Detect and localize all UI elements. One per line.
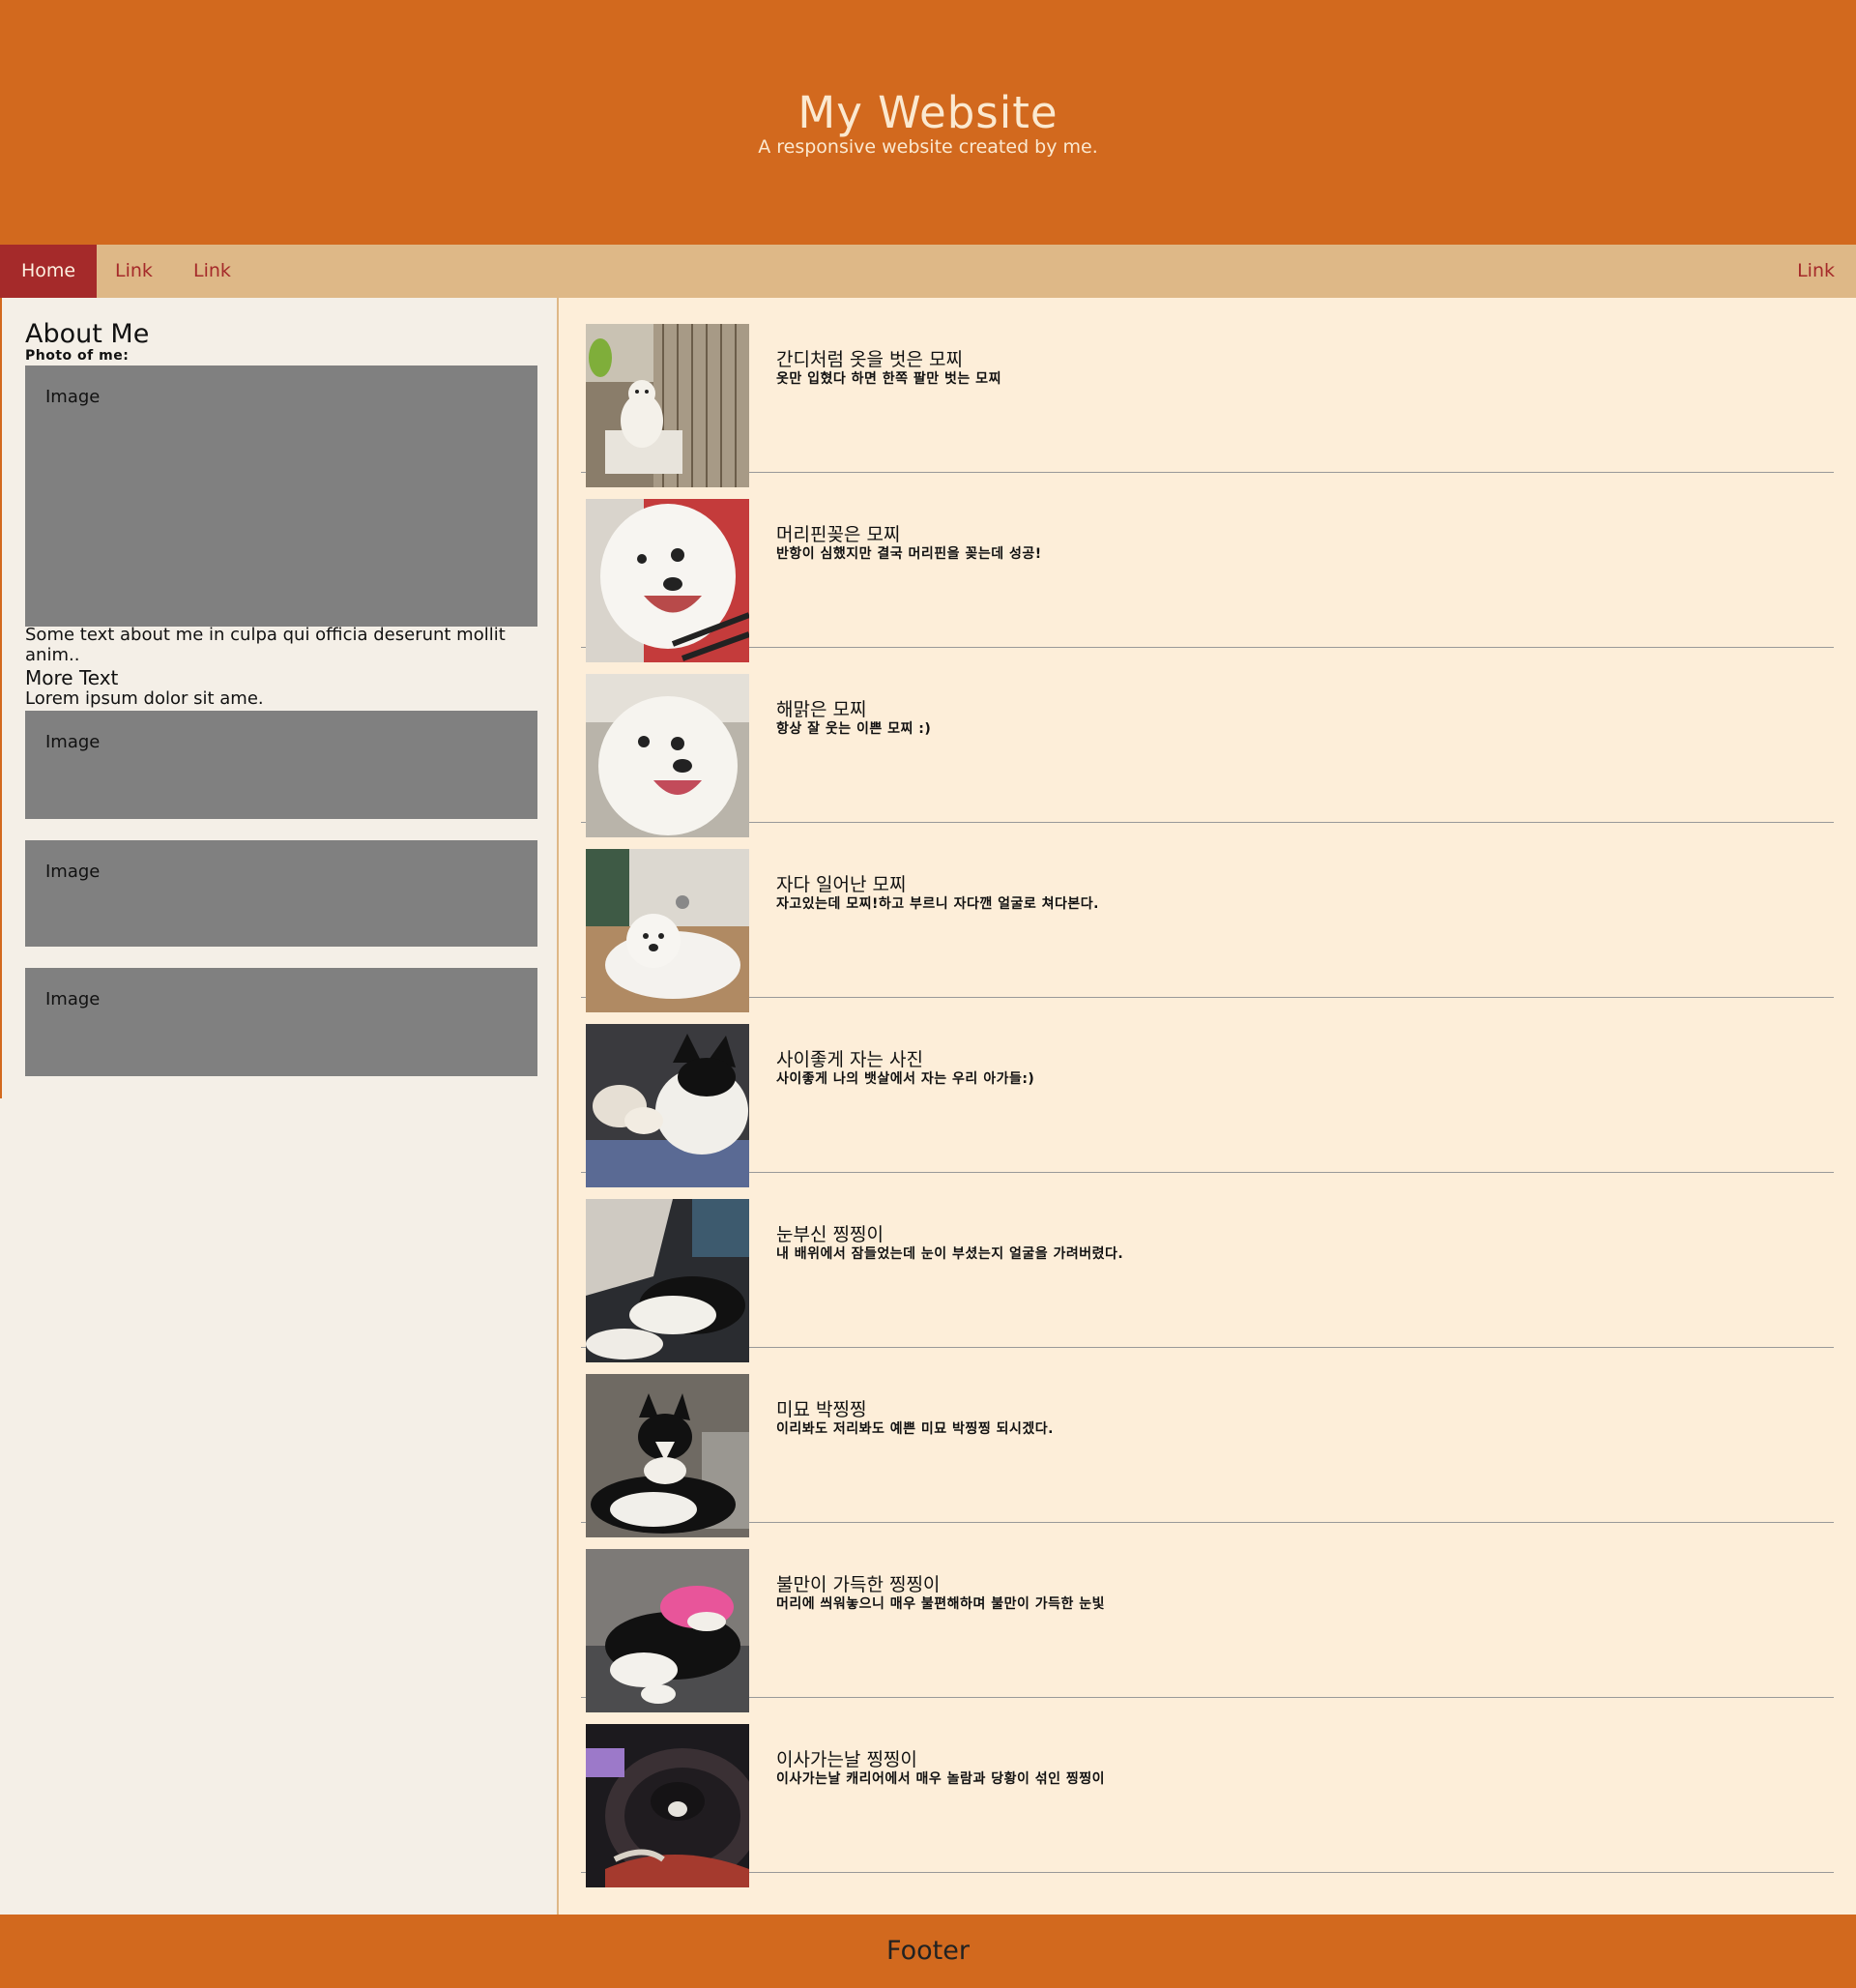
image-placeholder: Image [25, 840, 537, 947]
post-photo [586, 324, 749, 487]
post-caption: 자고있는데 모찌!하고 부르니 자다깬 얼굴로 쳐다본다. [776, 896, 1099, 912]
more-text: Lorem ipsum dolor sit ame. [25, 688, 264, 709]
nav-link-2[interactable]: Link [172, 245, 252, 298]
image-placeholder-label: Image [45, 862, 101, 882]
post-photo [586, 499, 749, 662]
sidebar: About Me Photo of me: Image Some text ab… [0, 298, 558, 1098]
post-title: 미묘 박찡찡 [776, 1399, 867, 1420]
photo-label: Photo of me: [25, 348, 130, 364]
post-caption: 내 배위에서 잠들었는데 눈이 부셨는지 얼굴을 가려버렸다. [776, 1246, 1124, 1262]
post-title: 해맑은 모찌 [776, 699, 867, 720]
post-title: 간디처럼 옷을 벗은 모찌 [776, 349, 963, 370]
profile-image-placeholder: Image [25, 365, 537, 627]
post-photo [586, 1724, 749, 1887]
post-card: 해맑은 모찌 항상 잘 웃는 이쁜 모찌 :) [581, 648, 1834, 837]
navbar: Home Link Link Link [0, 245, 1856, 298]
about-heading: About Me [25, 319, 150, 349]
image-placeholder-label: Image [45, 989, 101, 1009]
site-subtitle: A responsive website created by me. [758, 136, 1098, 158]
post-title: 사이좋게 자는 사진 [776, 1049, 923, 1070]
post-card: 머리핀꽂은 모찌 반항이 심했지만 결국 머리핀을 꽂는데 성공! [581, 473, 1834, 662]
image-placeholder-label: Image [45, 387, 101, 407]
image-placeholder: Image [25, 968, 537, 1076]
image-placeholder-label: Image [45, 732, 101, 752]
post-title: 자다 일어난 모찌 [776, 874, 907, 895]
nav-home-link[interactable]: Home [0, 245, 98, 298]
post-caption: 옷만 입혔다 하면 한쪽 팔만 벗는 모찌 [776, 371, 1001, 387]
post-card: 미묘 박찡찡 이리봐도 저리봐도 예쁜 미묘 박찡찡 되시겠다. [581, 1348, 1834, 1537]
site-title: My Website [798, 87, 1058, 138]
post-caption: 머리에 씌워놓으니 매우 불편해하며 불만이 가득한 눈빛 [776, 1596, 1105, 1612]
nav-link-1[interactable]: Link [94, 245, 174, 298]
post-card: 사이좋게 자는 사진 사이좋게 나의 뱃살에서 자는 우리 아가들:) [581, 998, 1834, 1187]
post-caption: 사이좋게 나의 뱃살에서 자는 우리 아가들:) [776, 1071, 1035, 1087]
post-title: 불만이 가득한 찡찡이 [776, 1574, 941, 1595]
about-text: Some text about me in culpa qui officia … [25, 625, 506, 665]
post-photo [586, 849, 749, 1012]
footer-text: Footer [886, 1936, 970, 1966]
main-content: 간디처럼 옷을 벗은 모찌 옷만 입혔다 하면 한쪽 팔만 벗는 모찌 머리핀꽂… [559, 298, 1856, 1915]
post-title: 이사가는날 찡찡이 [776, 1749, 917, 1770]
post-caption: 반항이 심했지만 결국 머리핀을 꽂는데 성공! [776, 546, 1042, 562]
nav-link-right[interactable]: Link [1776, 245, 1856, 298]
post-caption: 이리봐도 저리봐도 예쁜 미묘 박찡찡 되시겠다. [776, 1421, 1054, 1437]
post-card: 눈부신 찡찡이 내 배위에서 잠들었는데 눈이 부셨는지 얼굴을 가려버렸다. [581, 1173, 1834, 1362]
post-photo [586, 1549, 749, 1712]
more-text-heading: More Text [25, 666, 119, 689]
post-photo [586, 1374, 749, 1537]
post-title: 머리핀꽂은 모찌 [776, 524, 901, 545]
post-card: 간디처럼 옷을 벗은 모찌 옷만 입혔다 하면 한쪽 팔만 벗는 모찌 [581, 298, 1834, 487]
site-footer: Footer [0, 1915, 1856, 1988]
post-card: 이사가는날 찡찡이 이사가는날 캐리어에서 매우 놀람과 당황이 섞인 찡찡이 [581, 1698, 1834, 1887]
post-card: 자다 일어난 모찌 자고있는데 모찌!하고 부르니 자다깬 얼굴로 쳐다본다. [581, 823, 1834, 1012]
image-placeholder: Image [25, 711, 537, 819]
post-photo [586, 1024, 749, 1187]
post-photo [586, 674, 749, 837]
post-title: 눈부신 찡찡이 [776, 1224, 884, 1245]
site-header: My Website A responsive website created … [0, 0, 1856, 245]
post-caption: 이사가는날 캐리어에서 매우 놀람과 당황이 섞인 찡찡이 [776, 1771, 1105, 1787]
post-photo [586, 1199, 749, 1362]
post-card: 불만이 가득한 찡찡이 머리에 씌워놓으니 매우 불편해하며 불만이 가득한 눈… [581, 1523, 1834, 1712]
post-caption: 항상 잘 웃는 이쁜 모찌 :) [776, 721, 932, 737]
